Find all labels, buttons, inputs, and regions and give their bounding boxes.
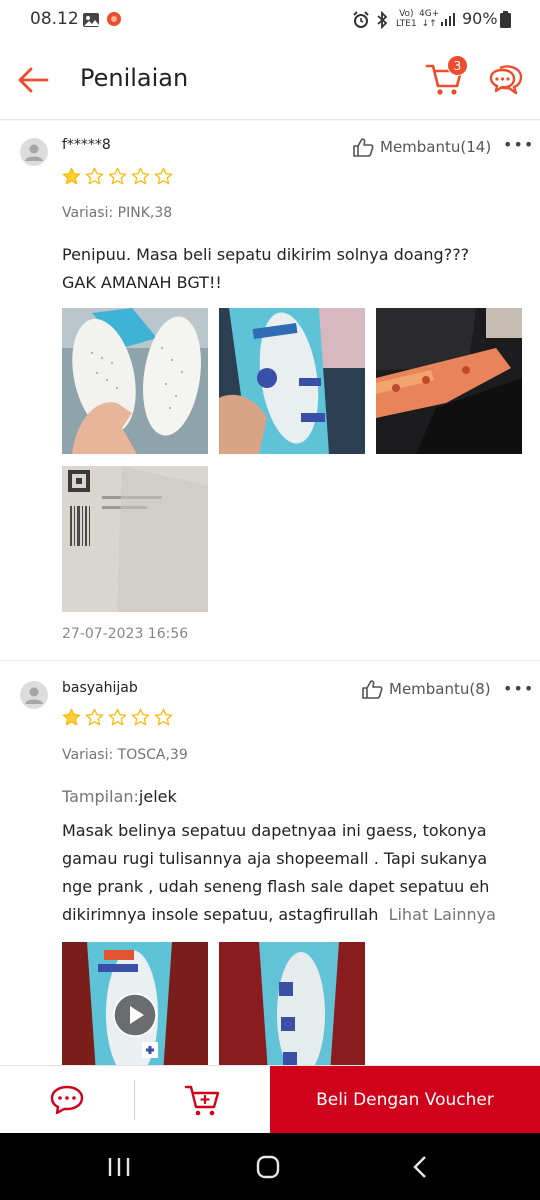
review-video-thumbnail[interactable]: [62, 942, 208, 1065]
alarm-icon: [353, 11, 369, 28]
more-options-icon[interactable]: •••: [503, 679, 534, 698]
star-empty-icon: [154, 167, 173, 185]
arrow-left-icon[interactable]: [16, 62, 52, 98]
app-header: Penilaian 3: [0, 40, 540, 120]
helpful-button[interactable]: Membantu(14): [352, 136, 491, 158]
buy-with-voucher-button[interactable]: Beli Dengan Voucher: [270, 1066, 540, 1134]
review-date: 27-07-2023 16:56: [62, 626, 189, 642]
variation-label: Variasi: PINK,38: [62, 205, 173, 221]
thumbs-up-icon: [353, 138, 374, 157]
review-photo[interactable]: [376, 308, 522, 454]
avatar[interactable]: [20, 681, 48, 709]
avatar[interactable]: [20, 138, 48, 166]
rating-stars: [62, 167, 177, 186]
star-empty-icon: [131, 167, 150, 185]
user-avatar-icon: [25, 687, 43, 704]
user-avatar-icon: [25, 144, 43, 161]
helpful-button[interactable]: Membantu(8): [361, 678, 491, 700]
battery-level: 90%: [462, 9, 498, 28]
battery-icon: [500, 11, 511, 28]
chat-bubble-icon[interactable]: [488, 62, 524, 98]
reviewer-name: f*****8: [62, 137, 111, 153]
system-navigation-bar: [0, 1133, 540, 1200]
cart-count-badge: 3: [447, 55, 468, 76]
add-to-cart-button[interactable]: [135, 1066, 270, 1134]
shopee-notification-icon: [107, 12, 121, 26]
volte-indicator: Vo) LTE1: [396, 9, 417, 29]
back-nav-icon[interactable]: [405, 1153, 435, 1181]
more-options-icon[interactable]: •••: [503, 135, 534, 154]
bottom-action-bar: Beli Dengan Voucher: [0, 1065, 540, 1134]
signal-icon: [441, 13, 455, 26]
gallery-notification-icon: [83, 13, 99, 27]
attribute-value: jelek: [138, 787, 177, 806]
home-icon[interactable]: [253, 1153, 283, 1181]
star-empty-icon: [85, 708, 104, 726]
chat-seller-button[interactable]: [0, 1066, 134, 1134]
helpful-count: Membantu(8): [389, 680, 491, 698]
star-filled-icon: [62, 708, 81, 726]
status-bar: 08.12 Vo) LTE1 4G+ ↓↑ 90%: [0, 0, 540, 40]
star-filled-icon: [62, 167, 81, 185]
review-text: Masak belinya sepatuu dapetnyaa ini gaes…: [62, 821, 496, 924]
helpful-count: Membantu(14): [380, 138, 492, 156]
recent-apps-icon[interactable]: [104, 1153, 134, 1181]
star-empty-icon: [131, 708, 150, 726]
orange-black-fabric-photo: [376, 308, 522, 454]
review-card: f*****8 Membantu(14) ••• Variasi: PINK,3…: [0, 121, 540, 659]
see-more-link[interactable]: Lihat Lainnya: [389, 905, 496, 924]
reviewer-name: basyahijab: [62, 680, 138, 696]
insole-package-red-bg-photo: [219, 942, 365, 1065]
rating-stars: [62, 708, 177, 727]
bluetooth-icon: [377, 11, 388, 29]
review-card: basyahijab Membantu(8) ••• Variasi: TOSC…: [0, 661, 540, 1065]
status-time: 08.12: [30, 9, 79, 29]
star-empty-icon: [108, 167, 127, 185]
shipping-label-photo: [62, 466, 208, 612]
insole-package-blue-photo: [219, 308, 365, 454]
insole-white-held-photo: [62, 308, 208, 454]
variation-label: Variasi: TOSCA,39: [62, 747, 188, 763]
play-icon[interactable]: [113, 993, 157, 1037]
review-photo[interactable]: [62, 466, 208, 612]
star-empty-icon: [154, 708, 173, 726]
add-to-cart-icon: [184, 1085, 219, 1116]
star-empty-icon: [108, 708, 127, 726]
chat-bubble-icon: [50, 1085, 84, 1115]
page-title: Penilaian: [80, 64, 189, 92]
thumbs-up-icon: [362, 680, 383, 699]
review-photo[interactable]: [219, 942, 365, 1065]
review-photo[interactable]: [62, 308, 208, 454]
review-photo[interactable]: [219, 308, 365, 454]
network-type-indicator: 4G+ ↓↑: [419, 9, 440, 29]
attribute-key: Tampilan:: [62, 787, 139, 806]
star-empty-icon: [85, 167, 104, 185]
attribute-line: Tampilan:jelek: [62, 787, 177, 806]
review-text: Penipuu. Masa beli sepatu dikirim solnya…: [62, 245, 470, 292]
